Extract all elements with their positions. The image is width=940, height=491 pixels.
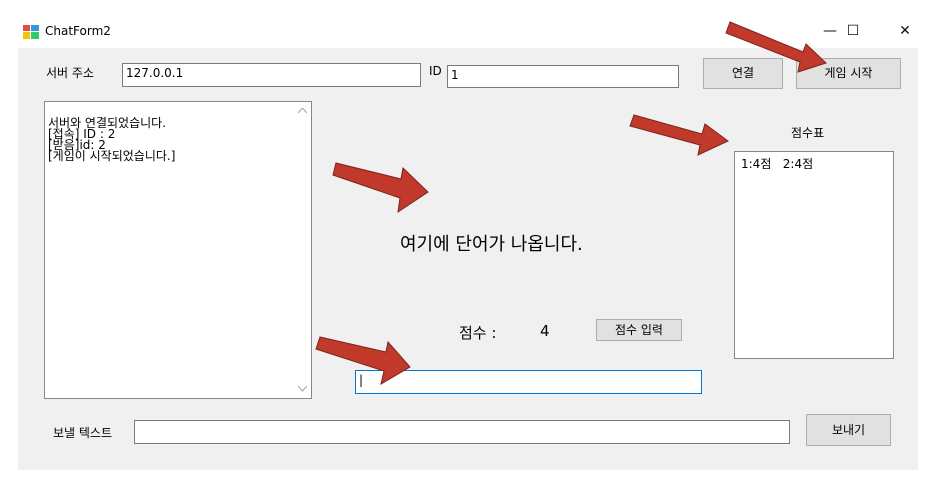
arrow-icon [315,336,411,386]
arrow-icon [629,114,729,156]
arrow-icon [725,21,827,73]
annotation-arrows [315,21,827,386]
arrow-icon [332,162,429,214]
